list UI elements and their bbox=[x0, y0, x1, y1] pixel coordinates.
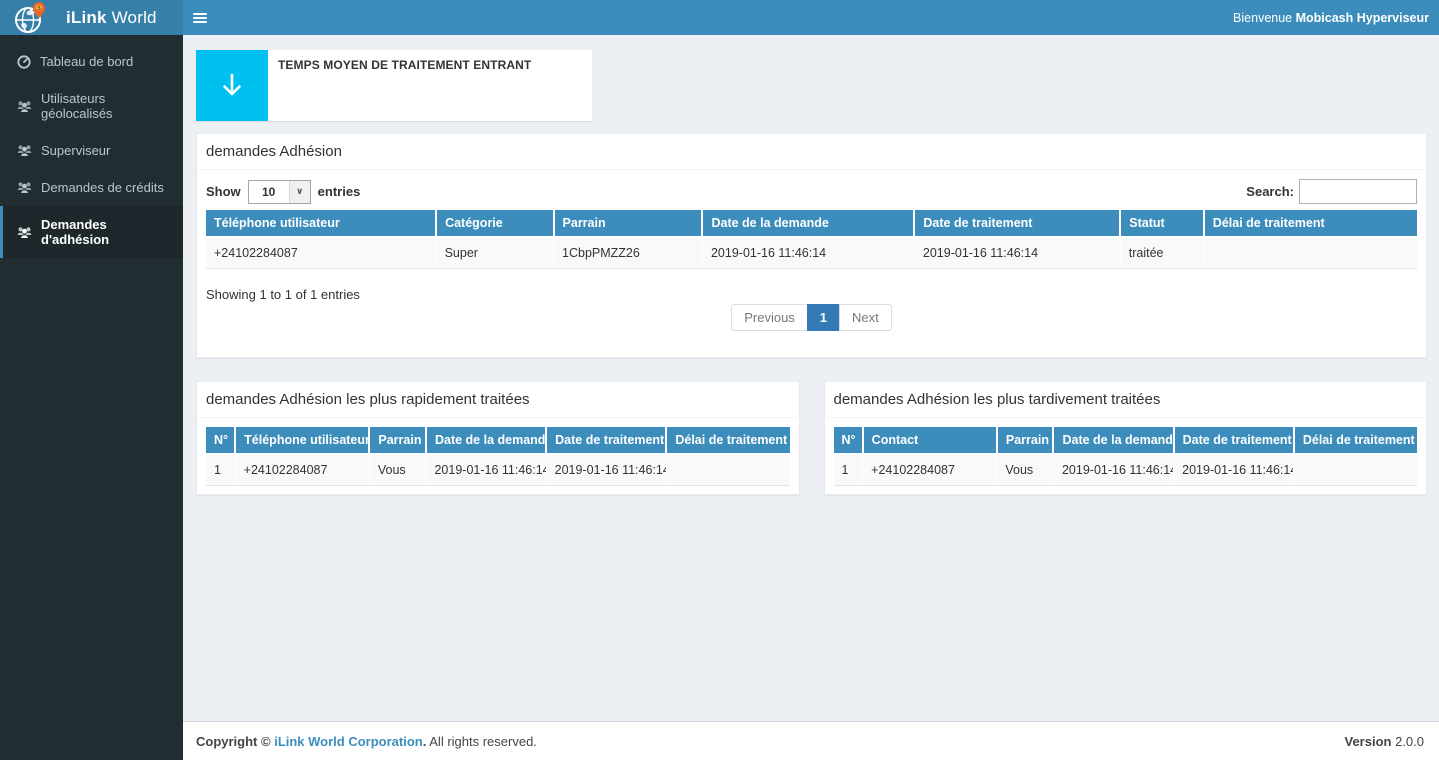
brand-name: iLink World bbox=[66, 8, 157, 28]
svg-text:$: $ bbox=[37, 5, 41, 12]
table-cell bbox=[1204, 237, 1417, 269]
company-link[interactable]: iLink World Corporation bbox=[274, 734, 423, 749]
table-header-row: N° Contact Parrain Date de la demande Da… bbox=[834, 427, 1418, 454]
column-header: N° bbox=[206, 427, 235, 454]
dashboard-icon bbox=[17, 55, 31, 69]
table-cell: Vous bbox=[997, 454, 1054, 486]
sidebar: Tableau de bord Utilisateurs géolocalisé… bbox=[0, 35, 183, 760]
column-header: Parrain bbox=[997, 427, 1054, 454]
table-cell: 1CbpPMZZ26 bbox=[554, 237, 703, 269]
chevron-down-icon: ∨ bbox=[289, 181, 310, 203]
users-icon bbox=[17, 100, 32, 113]
table-row: 1 +24102284087 Vous 2019-01-16 11:46:14 … bbox=[206, 454, 790, 486]
column-header: Date de la demande bbox=[426, 427, 546, 454]
panel-title: demandes Adhésion les plus rapidement tr… bbox=[197, 382, 799, 418]
sidebar-item-label: Tableau de bord bbox=[40, 54, 133, 69]
table-cell: 2019-01-16 11:46:14 bbox=[1174, 454, 1294, 486]
table-cell: 2019-01-16 11:46:14 bbox=[546, 454, 666, 486]
table-header-row: N° Téléphone utilisateur Parrain Date de… bbox=[206, 427, 790, 454]
globe-pin-logo-icon: $ bbox=[12, 1, 48, 35]
table-cell: Super bbox=[436, 237, 553, 269]
copyright-text: Copyright © iLink World Corporation. All… bbox=[196, 734, 537, 749]
table-row: +24102284087 Super 1CbpPMZZ26 2019-01-16… bbox=[206, 237, 1417, 269]
sidebar-item-label: Demandes de crédits bbox=[41, 180, 164, 195]
panel-demandes-adhesion: demandes Adhésion Show 10 ∨ entries S bbox=[196, 133, 1427, 358]
column-header: Parrain bbox=[554, 210, 703, 237]
panel-title: demandes Adhésion les plus tardivement t… bbox=[825, 382, 1427, 418]
column-header: Délai de traitement bbox=[1204, 210, 1417, 237]
column-header: Date de la demande bbox=[702, 210, 914, 237]
page-length-select[interactable]: 10 ∨ bbox=[248, 180, 311, 204]
table-cell: +24102284087 bbox=[206, 237, 436, 269]
pagination-page-1-button[interactable]: 1 bbox=[807, 304, 840, 331]
tardivement-traitees-table: N° Contact Parrain Date de la demande Da… bbox=[834, 427, 1418, 486]
table-cell: +24102284087 bbox=[235, 454, 369, 486]
page-length-control: Show 10 ∨ entries bbox=[206, 180, 360, 204]
users-icon bbox=[17, 181, 32, 194]
users-icon bbox=[17, 226, 32, 239]
search-input[interactable] bbox=[1299, 179, 1417, 204]
sidebar-item-label: Superviseur bbox=[41, 143, 110, 158]
navbar: Bienvenue Mobicash Hyperviseur bbox=[183, 0, 1439, 35]
table-cell: 1 bbox=[834, 454, 863, 486]
sidebar-item-demandes-de-credits[interactable]: Demandes de crédits bbox=[0, 169, 183, 206]
table-cell bbox=[666, 454, 789, 486]
column-header: Date de traitement bbox=[546, 427, 666, 454]
sidebar-item-demandes-adhesion[interactable]: Demandes d'adhésion bbox=[0, 206, 183, 258]
rapidement-traitees-table: N° Téléphone utilisateur Parrain Date de… bbox=[206, 427, 790, 486]
table-cell: 2019-01-16 11:46:14 bbox=[426, 454, 546, 486]
panel-title: demandes Adhésion bbox=[197, 134, 1426, 170]
brand-logo[interactable]: $ iLink World bbox=[0, 0, 183, 35]
table-row: 1 +24102284087 Vous 2019-01-16 11:46:14 … bbox=[834, 454, 1418, 486]
table-cell: 2019-01-16 11:46:14 bbox=[702, 237, 914, 269]
table-cell: 1 bbox=[206, 454, 235, 486]
column-header: Statut bbox=[1120, 210, 1204, 237]
infobox-temps-moyen: TEMPS MOYEN DE TRAITEMENT ENTRANT bbox=[196, 50, 592, 121]
table-cell: Vous bbox=[369, 454, 426, 486]
pagination-previous-button[interactable]: Previous bbox=[731, 304, 808, 331]
table-cell: 2019-01-16 11:46:14 bbox=[1053, 454, 1173, 486]
table-info-text: Showing 1 to 1 of 1 entries bbox=[206, 287, 1417, 302]
panel-rapidement-traitees: demandes Adhésion les plus rapidement tr… bbox=[196, 381, 800, 495]
hamburger-icon[interactable] bbox=[183, 0, 217, 35]
demandes-adhesion-table: Téléphone utilisateur Catégorie Parrain … bbox=[206, 210, 1417, 269]
sidebar-item-label: Demandes d'adhésion bbox=[41, 217, 169, 247]
pagination-next-button[interactable]: Next bbox=[839, 304, 892, 331]
sidebar-item-superviseur[interactable]: Superviseur bbox=[0, 132, 183, 169]
table-cell: +24102284087 bbox=[863, 454, 997, 486]
sidebar-item-label: Utilisateurs géolocalisés bbox=[41, 91, 169, 121]
table-cell bbox=[1294, 454, 1417, 486]
search-control: Search: bbox=[1246, 179, 1417, 204]
column-header: Contact bbox=[863, 427, 997, 454]
top-bar: $ iLink World Bienvenue Mobicash Hypervi… bbox=[0, 0, 1439, 35]
welcome-text: Bienvenue Mobicash Hyperviseur bbox=[1233, 11, 1439, 25]
column-header: Catégorie bbox=[436, 210, 553, 237]
infobox-label: TEMPS MOYEN DE TRAITEMENT ENTRANT bbox=[268, 50, 541, 121]
users-icon bbox=[17, 144, 32, 157]
sidebar-item-tableau-de-bord[interactable]: Tableau de bord bbox=[0, 43, 183, 80]
sidebar-item-utilisateurs-geolocalises[interactable]: Utilisateurs géolocalisés bbox=[0, 80, 183, 132]
version-text: Version 2.0.0 bbox=[1344, 734, 1424, 749]
column-header: N° bbox=[834, 427, 863, 454]
pagination: Previous 1 Next bbox=[206, 304, 1417, 357]
column-header: Délai de traitement bbox=[666, 427, 789, 454]
column-header: Date de traitement bbox=[1174, 427, 1294, 454]
arrow-down-icon bbox=[196, 50, 268, 121]
column-header: Téléphone utilisateur bbox=[206, 210, 436, 237]
column-header: Date de la demande bbox=[1053, 427, 1173, 454]
table-cell: 2019-01-16 11:46:14 bbox=[914, 237, 1120, 269]
table-cell: traitée bbox=[1120, 237, 1204, 269]
column-header: Délai de traitement bbox=[1294, 427, 1417, 454]
table-header-row: Téléphone utilisateur Catégorie Parrain … bbox=[206, 210, 1417, 237]
content-area: TEMPS MOYEN DE TRAITEMENT ENTRANT demand… bbox=[183, 35, 1439, 721]
column-header: Parrain bbox=[369, 427, 426, 454]
column-header: Date de traitement bbox=[914, 210, 1120, 237]
column-header: Téléphone utilisateur bbox=[235, 427, 369, 454]
panel-tardivement-traitees: demandes Adhésion les plus tardivement t… bbox=[824, 381, 1428, 495]
footer: Copyright © iLink World Corporation. All… bbox=[183, 721, 1439, 760]
